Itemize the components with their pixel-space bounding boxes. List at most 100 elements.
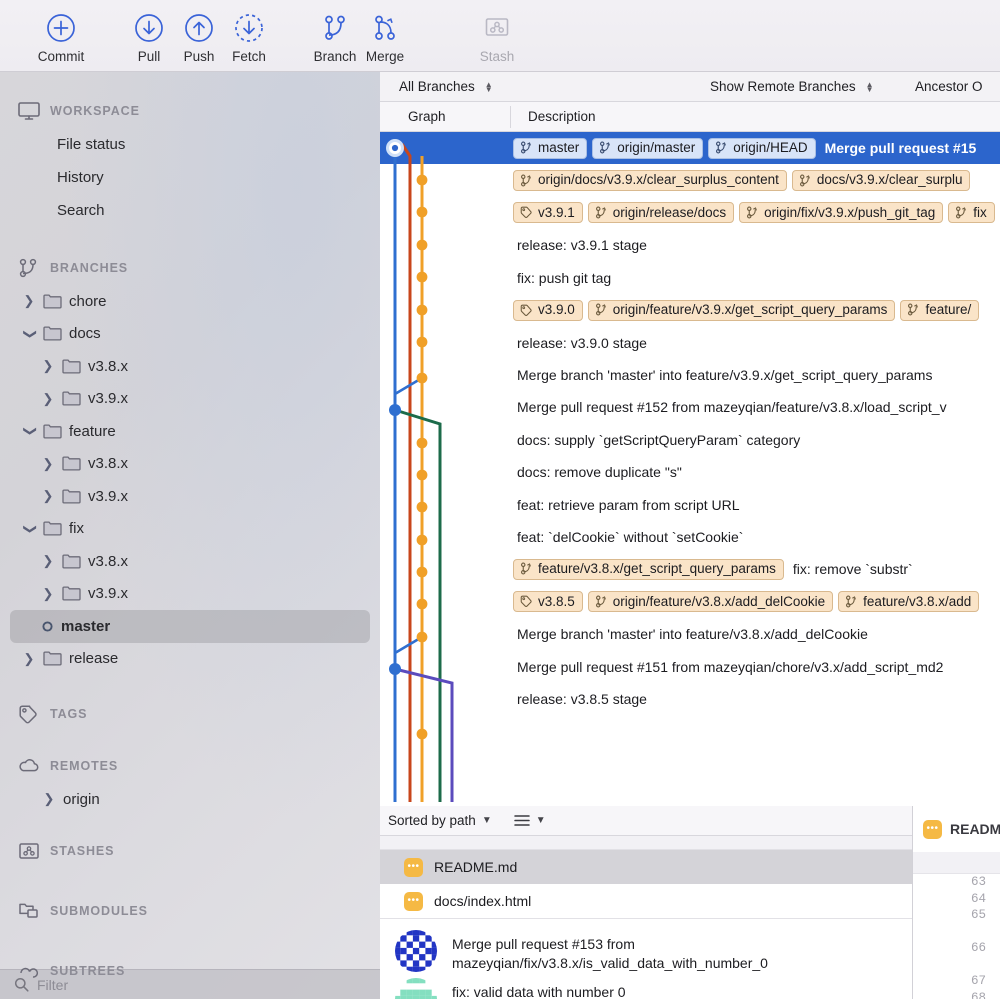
- sidebar-branch-label: master: [61, 618, 110, 635]
- sidebar-branch-item-v3-9-x[interactable]: ❯ v3.9.x: [0, 383, 380, 416]
- commit-table-header: Graph Description: [380, 102, 1000, 132]
- branch-ref-badge[interactable]: origin/master: [592, 138, 703, 159]
- tag-icon: [520, 304, 533, 316]
- chevron-right-icon[interactable]: ❯: [22, 293, 36, 309]
- tag-ref-badge[interactable]: v3.9.1: [513, 202, 583, 223]
- toolbar-button-commit[interactable]: Commit: [36, 0, 86, 72]
- filter-ancestor-order[interactable]: Ancestor O: [915, 72, 983, 102]
- branch-ref-badge[interactable]: feature/v3.8.x/add: [838, 591, 979, 612]
- chevron-down-icon[interactable]: ❮: [21, 522, 37, 536]
- sidebar-branch-item-v3-8-x[interactable]: ❯v3.8.x: [0, 350, 380, 383]
- commit-ref-group: feature/v3.8.x/get_script_query_paramsfi…: [513, 559, 913, 580]
- file-row[interactable]: •••README.md: [380, 850, 912, 884]
- sidebar-branch-item-chore[interactable]: ❯chore: [0, 285, 380, 318]
- toolbar-label-branch: Branch: [314, 49, 357, 64]
- branch-ref-badge[interactable]: fix: [948, 202, 995, 223]
- column-header-graph[interactable]: Graph: [380, 109, 510, 124]
- sidebar-section-tags[interactable]: TAGS: [0, 697, 380, 731]
- sidebar-branch-item-release[interactable]: ❯release: [0, 643, 380, 676]
- chevron-right-icon[interactable]: ❯: [41, 586, 55, 602]
- list-view-icon[interactable]: [514, 814, 530, 827]
- chevron-right-icon[interactable]: ❯: [41, 456, 55, 472]
- commit-graph-area[interactable]: master origin/master origin/HEAD Merge pull…: [380, 132, 1000, 802]
- chevron-updown-icon[interactable]: ▲▼: [866, 82, 874, 92]
- toolbar-button-stash[interactable]: Stash: [472, 0, 522, 72]
- chevron-down-icon[interactable]: ▼: [536, 815, 546, 826]
- chevron-down-icon[interactable]: ❮: [21, 424, 37, 438]
- sidebar-item-file-status[interactable]: File status: [0, 128, 380, 161]
- ref-name: origin/master: [617, 141, 695, 155]
- branch-ref-badge[interactable]: origin/feature/v3.9.x/get_script_query_p…: [588, 300, 896, 321]
- chevron-right-icon[interactable]: ❯: [41, 488, 55, 504]
- sidebar-branch-item-v3-8-x[interactable]: ❯v3.8.x: [0, 448, 380, 481]
- sidebar-section-workspace[interactable]: WORKSPACE: [0, 94, 380, 128]
- toolbar-button-branch[interactable]: Branch: [310, 0, 360, 72]
- branch-ref-badge[interactable]: origin/HEAD: [708, 138, 815, 159]
- commit-message: feat: `delCookie` without `setCookie`: [517, 529, 743, 545]
- tag-ref-badge[interactable]: v3.9.0: [513, 300, 583, 321]
- branch-ref-badge[interactable]: origin/release/docs: [588, 202, 734, 223]
- sidebar-item-origin[interactable]: ❯ origin: [0, 783, 380, 816]
- sort-label[interactable]: Sorted by path: [388, 813, 476, 828]
- toolbar-label-merge: Merge: [366, 49, 404, 64]
- sidebar-branch-item-v3-8-x[interactable]: ❯v3.8.x: [0, 545, 380, 578]
- toolbar-button-merge[interactable]: Merge: [360, 0, 410, 72]
- sidebar-section-submodules[interactable]: SUBMODULES: [0, 894, 380, 928]
- sidebar-branch-item-fix[interactable]: ❮fix: [0, 513, 380, 546]
- folder-icon: [62, 359, 81, 374]
- commit-ref-group: masterorigin/masterorigin/HEADMerge pull…: [513, 138, 976, 159]
- chevron-updown-icon[interactable]: ▲▼: [485, 82, 493, 92]
- chevron-right-icon[interactable]: ❯: [42, 791, 56, 807]
- chevron-down-icon[interactable]: ▼: [482, 815, 492, 826]
- file-type-badge: •••: [923, 820, 942, 839]
- toolbar-button-pull[interactable]: Pull: [124, 0, 174, 72]
- chevron-right-icon[interactable]: ❯: [41, 391, 55, 407]
- ref-name: origin/HEAD: [733, 141, 807, 155]
- sidebar-branch-item-feature[interactable]: ❮feature: [0, 415, 380, 448]
- commit-detail-row[interactable]: fix: valid data with number 0: [380, 973, 912, 999]
- sidebar-branch-item-v3-9-x[interactable]: ❯v3.9.x: [0, 578, 380, 611]
- branch-ref-badge[interactable]: origin/docs/v3.9.x/clear_surplus_content: [513, 170, 787, 191]
- sidebar-item-search[interactable]: Search: [0, 194, 380, 227]
- diff-line-gap: [913, 924, 1000, 941]
- sidebar-section-branches[interactable]: BRANCHES: [0, 251, 380, 285]
- sidebar-item-label-file-status: File status: [57, 136, 125, 153]
- branch-icon: [599, 141, 612, 154]
- sidebar-section-subtrees[interactable]: SUBTREES: [0, 954, 380, 988]
- branch-ref-badge[interactable]: docs/v3.9.x/clear_surplu: [792, 170, 971, 191]
- sidebar-branch-label: v3.9.x: [88, 390, 128, 407]
- sidebar-branch-label: v3.9.x: [88, 488, 128, 505]
- toolbar-button-push[interactable]: Push: [174, 0, 224, 72]
- sidebar-item-history[interactable]: History: [0, 161, 380, 194]
- sidebar-section-remotes[interactable]: REMOTES: [0, 749, 380, 783]
- branch-ref-badge[interactable]: feature/v3.8.x/get_script_query_params: [513, 559, 784, 580]
- branch-ref-badge[interactable]: master: [513, 138, 587, 159]
- chevron-right-icon[interactable]: ❯: [22, 651, 36, 667]
- ref-name: origin/docs/v3.9.x/clear_surplus_content: [538, 173, 779, 187]
- tag-ref-badge[interactable]: v3.8.5: [513, 591, 583, 612]
- commit-detail-message: Merge pull request #153 frommazeyqian/fi…: [452, 929, 768, 973]
- ref-name: feature/: [925, 303, 971, 317]
- commit-ref-group: v3.9.0origin/feature/v3.9.x/get_script_q…: [513, 300, 979, 321]
- sidebar-branch-item-docs[interactable]: ❮docs: [0, 318, 380, 351]
- file-row[interactable]: •••docs/index.html: [380, 884, 912, 918]
- branch-ref-badge[interactable]: origin/fix/v3.9.x/push_git_tag: [739, 202, 943, 223]
- filter-show-remote-branches[interactable]: Show Remote Branches ▲▼: [710, 72, 915, 102]
- commit-detail-row[interactable]: Merge pull request #153 frommazeyqian/fi…: [380, 925, 912, 973]
- chevron-down-icon[interactable]: ❮: [21, 327, 37, 341]
- chevron-right-icon[interactable]: ❯: [41, 358, 55, 374]
- branch-ref-badge[interactable]: origin/feature/v3.8.x/add_delCookie: [588, 591, 833, 612]
- sidebar-section-stashes[interactable]: STASHES: [0, 834, 380, 868]
- filter-all-branches[interactable]: All Branches ▲▼: [380, 72, 710, 102]
- chevron-right-icon[interactable]: ❯: [41, 553, 55, 569]
- branch-ref-badge[interactable]: feature/: [900, 300, 979, 321]
- sidebar-item-label-origin: origin: [63, 791, 100, 808]
- commit-message: Merge pull request #151 from mazeyqian/c…: [517, 659, 943, 675]
- sidebar-branch-item-v3-9-x[interactable]: ❯ v3.9.x: [0, 480, 380, 513]
- toolbar-label-stash: Stash: [480, 49, 515, 64]
- sidebar-branch-item-master[interactable]: master: [10, 610, 370, 643]
- commit-detail-message: fix: valid data with number 0: [452, 977, 626, 999]
- column-header-description[interactable]: Description: [511, 109, 596, 124]
- toolbar-button-fetch[interactable]: Fetch: [224, 0, 274, 72]
- ref-name: feature/v3.8.x/get_script_query_params: [538, 562, 776, 576]
